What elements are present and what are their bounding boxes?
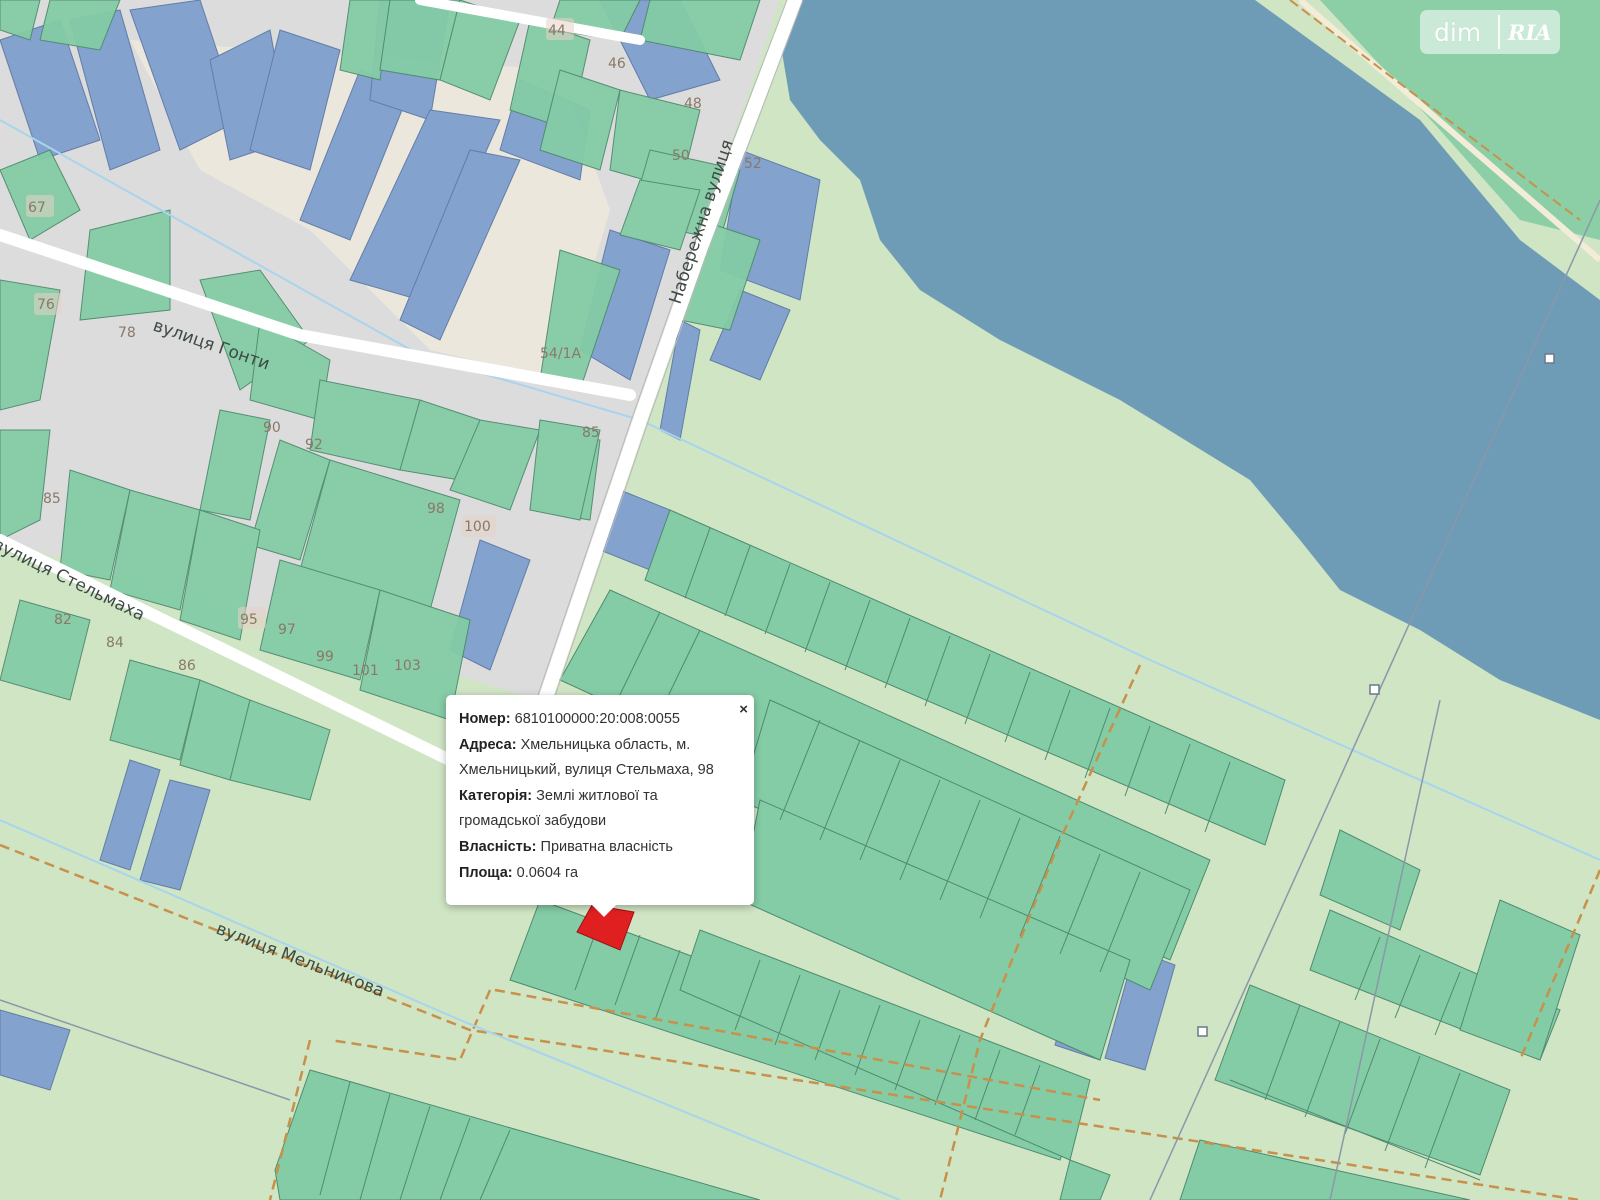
parcel-ownership-value: Приватна власність <box>540 838 673 855</box>
parcel-address-label: Адреса: <box>459 736 517 753</box>
house-number: 86 <box>178 658 196 674</box>
house-number: 99 <box>316 649 334 665</box>
house-number: 52 <box>744 156 762 172</box>
parcel-number-value: 6810100000:20:008:0055 <box>514 711 680 727</box>
house-number: 76 <box>37 297 55 313</box>
parcel-category-row: Категорія: Землі житлової та громадської… <box>459 784 742 835</box>
house-number: 100 <box>464 519 491 535</box>
parcel-category-value-line2: громадської забудови <box>459 813 607 830</box>
parcel-number-label: Номер: <box>459 711 511 727</box>
popup-pointer <box>590 903 618 917</box>
parcel-area-label: Площа: <box>459 864 513 881</box>
map-canvas[interactable]: 44 46 48 50 52 54/1А 67 76 78 85 85 90 9… <box>0 0 1600 1200</box>
house-number: 92 <box>305 437 323 453</box>
house-number: 85 <box>582 425 600 441</box>
logo-primary: dim <box>1434 17 1482 47</box>
parcel-address-value-line2: Хмельницький, вулиця Стельмаха, 98 <box>459 762 714 779</box>
house-number: 85 <box>43 491 61 507</box>
house-number: 78 <box>118 325 136 341</box>
logo-secondary: RIA <box>1508 19 1552 45</box>
house-number: 46 <box>608 56 626 72</box>
parcel-area-value: 0.0604 га <box>516 864 579 881</box>
parcel-ownership-label: Власність: <box>459 838 537 855</box>
house-number: 98 <box>427 501 445 517</box>
parcel-ownership-row: Власність: Приватна власність <box>459 835 742 861</box>
parcel-address-row: Адреса: Хмельницька область, м. Хмельниц… <box>459 733 742 784</box>
house-number: 84 <box>106 635 124 651</box>
dim-ria-logo[interactable]: dim RIA <box>1420 10 1560 54</box>
house-number: 101 <box>352 663 379 679</box>
house-number: 95 <box>240 612 258 628</box>
house-number: 44 <box>548 23 566 39</box>
house-number: 82 <box>54 612 72 628</box>
parcel-info-popup: × Номер: 6810100000:20:008:0055 Адреса: … <box>446 695 754 905</box>
house-number: 48 <box>684 96 702 112</box>
house-number: 54/1А <box>540 346 581 362</box>
parcel-category-value-line1: Землі житлової та <box>536 787 658 804</box>
close-icon[interactable]: × <box>739 697 748 723</box>
house-number: 97 <box>278 622 296 638</box>
parcel-area-row: Площа: 0.0604 га <box>459 861 742 887</box>
house-number: 50 <box>672 148 690 164</box>
house-number: 90 <box>263 420 281 436</box>
parcel-address-value-line1: Хмельницька область, м. <box>520 736 691 753</box>
house-number: 103 <box>394 658 421 674</box>
house-number: 67 <box>28 200 46 216</box>
parcel-category-label: Категорія: <box>459 787 533 804</box>
parcel-number-row: Номер: 6810100000:20:008:0055 <box>459 707 742 733</box>
